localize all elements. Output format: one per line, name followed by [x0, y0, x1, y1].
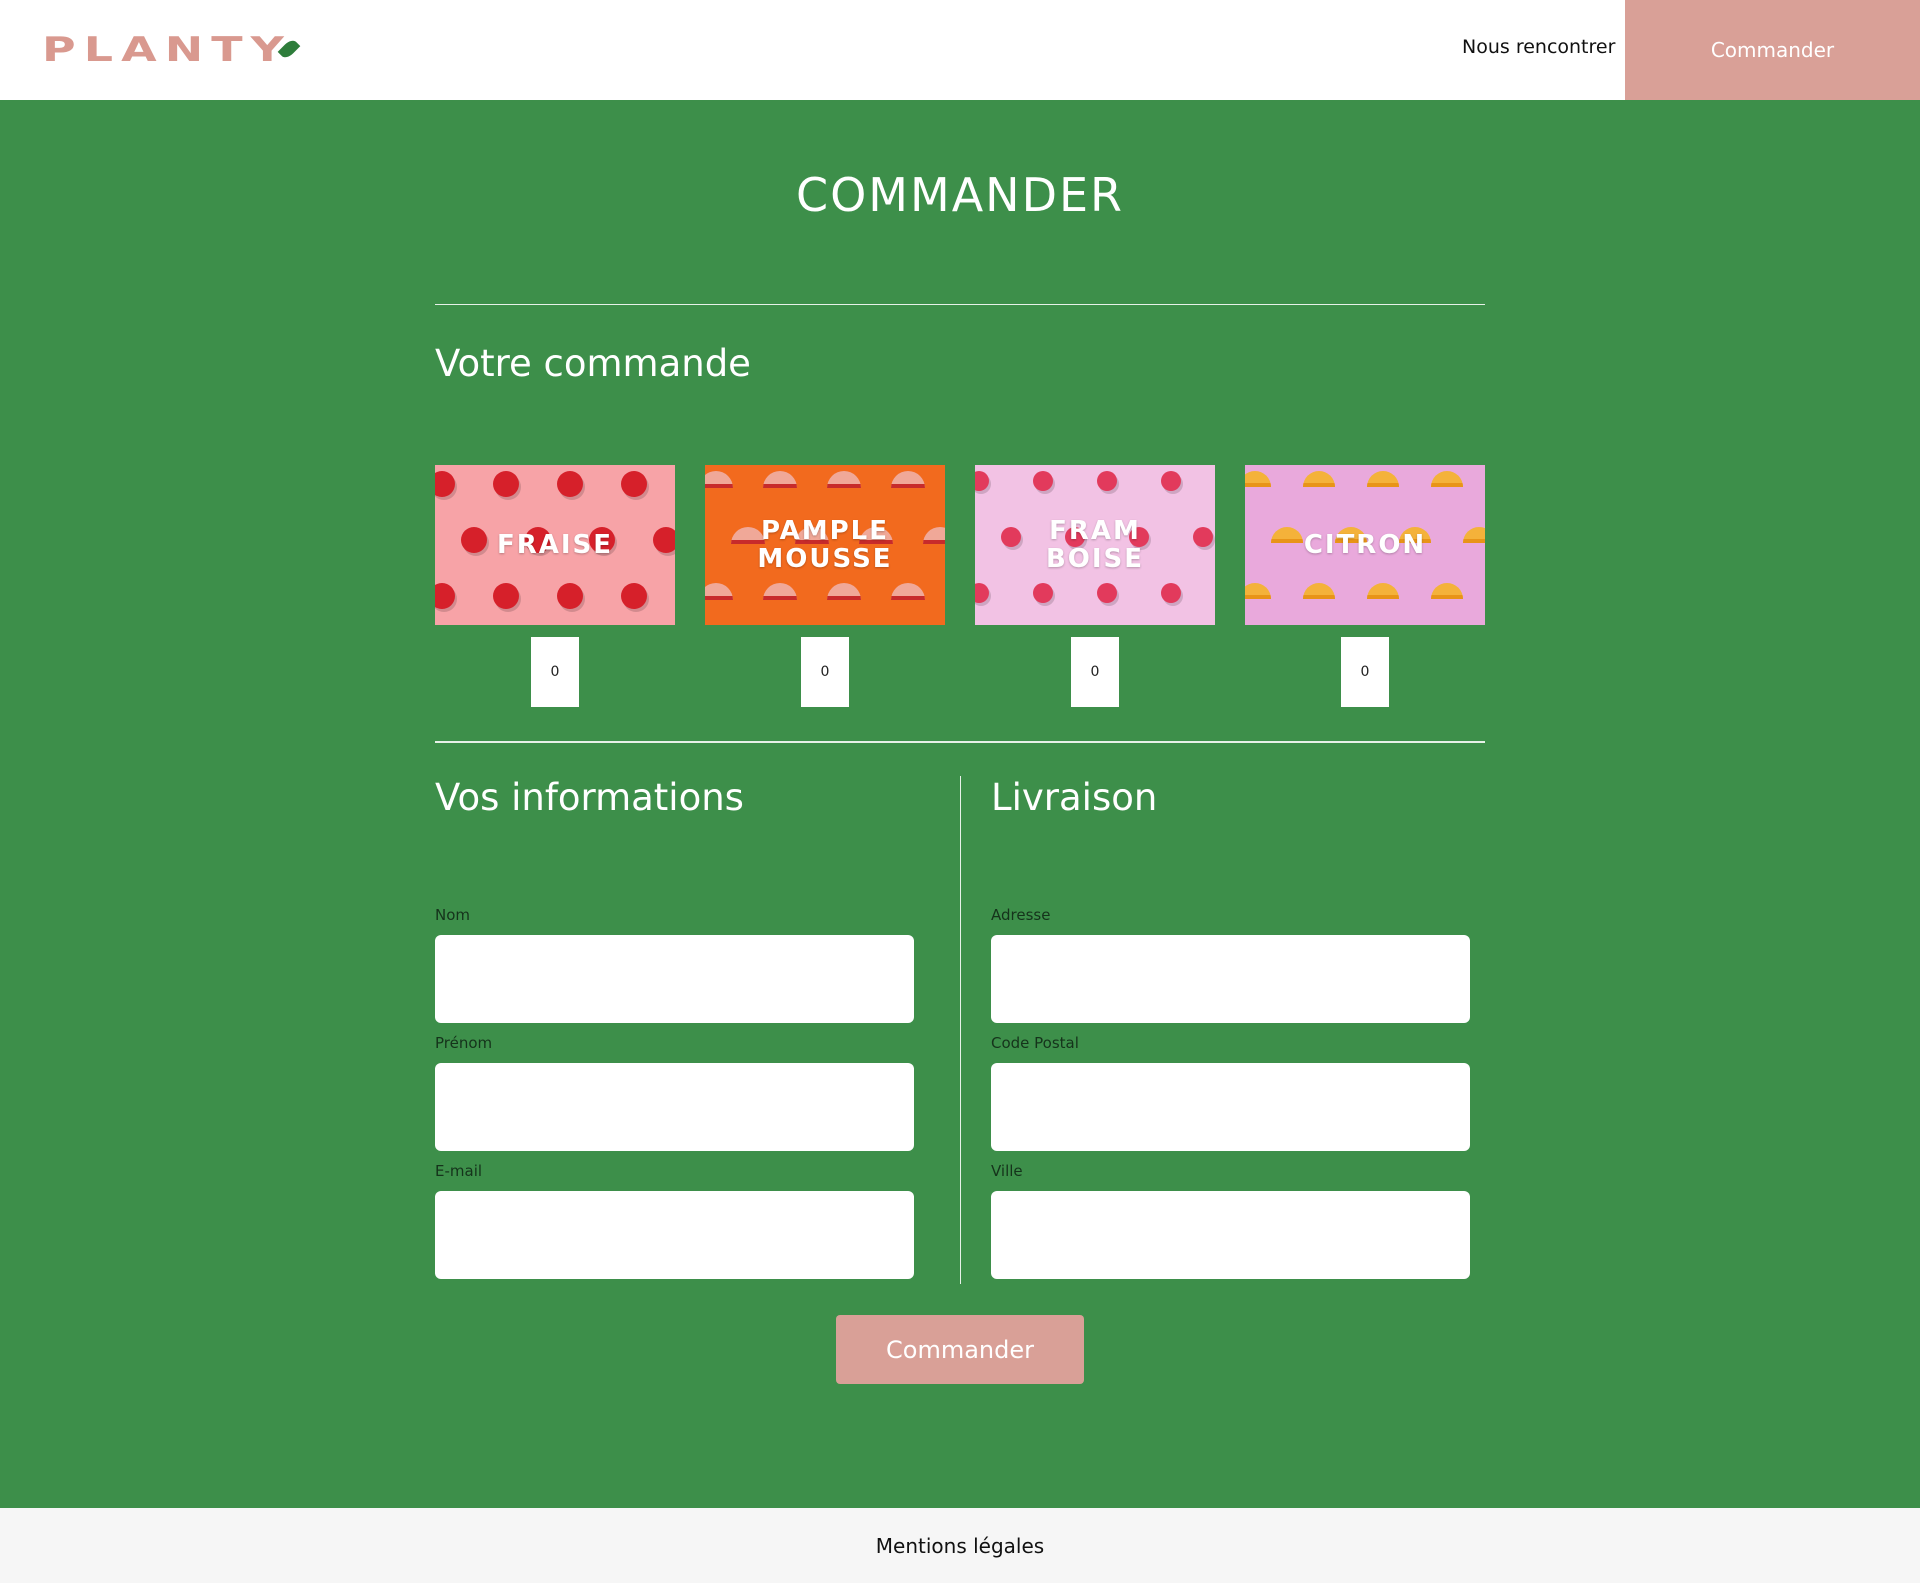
quantity-input-framboise[interactable]: 0 [1071, 637, 1119, 707]
divider [435, 741, 1485, 743]
code-postal-field[interactable] [991, 1063, 1470, 1151]
nav-order-button[interactable]: Commander [1625, 0, 1920, 100]
product-card-pamplemousse[interactable]: PAMPLE MOUSSE [705, 465, 945, 625]
site-footer: Mentions légales [0, 1508, 1920, 1583]
order-section-title: Votre commande [435, 342, 751, 385]
prenom-label: Prénom [435, 1034, 493, 1052]
logo-text: PLANTY [42, 30, 292, 70]
nom-label: Nom [435, 906, 471, 924]
email-field[interactable] [435, 1191, 914, 1279]
site-header: PLANTY Nous rencontrer Commander [0, 0, 1920, 100]
product-label: CITRON [1303, 530, 1427, 560]
product-label: FRAM BOISE [1045, 516, 1145, 574]
delivery-section-title: Livraison [991, 776, 1158, 819]
quantity-input-pamplemousse[interactable]: 0 [801, 637, 849, 707]
ville-field[interactable] [991, 1191, 1470, 1279]
email-label: E-mail [435, 1162, 483, 1180]
column-divider [960, 776, 961, 1284]
code-postal-label: Code Postal [991, 1034, 1079, 1052]
divider [435, 304, 1485, 305]
quantity-input-fraise[interactable]: 0 [531, 637, 579, 707]
adresse-field[interactable] [991, 935, 1470, 1023]
product-card-fraise[interactable]: FRAISE [435, 465, 675, 625]
submit-order-button[interactable]: Commander [836, 1315, 1084, 1384]
product-card-framboise[interactable]: FRAM BOISE [975, 465, 1215, 625]
ville-label: Ville [991, 1162, 1023, 1180]
product-label: FRAISE [496, 530, 614, 560]
logo[interactable]: PLANTY [42, 30, 301, 70]
quantity-input-citron[interactable]: 0 [1341, 637, 1389, 707]
nav-link-about[interactable]: Nous rencontrer [1462, 36, 1615, 58]
info-section-title: Vos informations [435, 776, 744, 819]
legal-notice-link[interactable]: Mentions légales [876, 1534, 1044, 1558]
adresse-label: Adresse [991, 906, 1051, 924]
page-title: COMMANDER [795, 168, 1125, 222]
nom-field[interactable] [435, 935, 914, 1023]
product-label: PAMPLE MOUSSE [757, 516, 893, 574]
prenom-field[interactable] [435, 1063, 914, 1151]
product-card-citron[interactable]: CITRON [1245, 465, 1485, 625]
